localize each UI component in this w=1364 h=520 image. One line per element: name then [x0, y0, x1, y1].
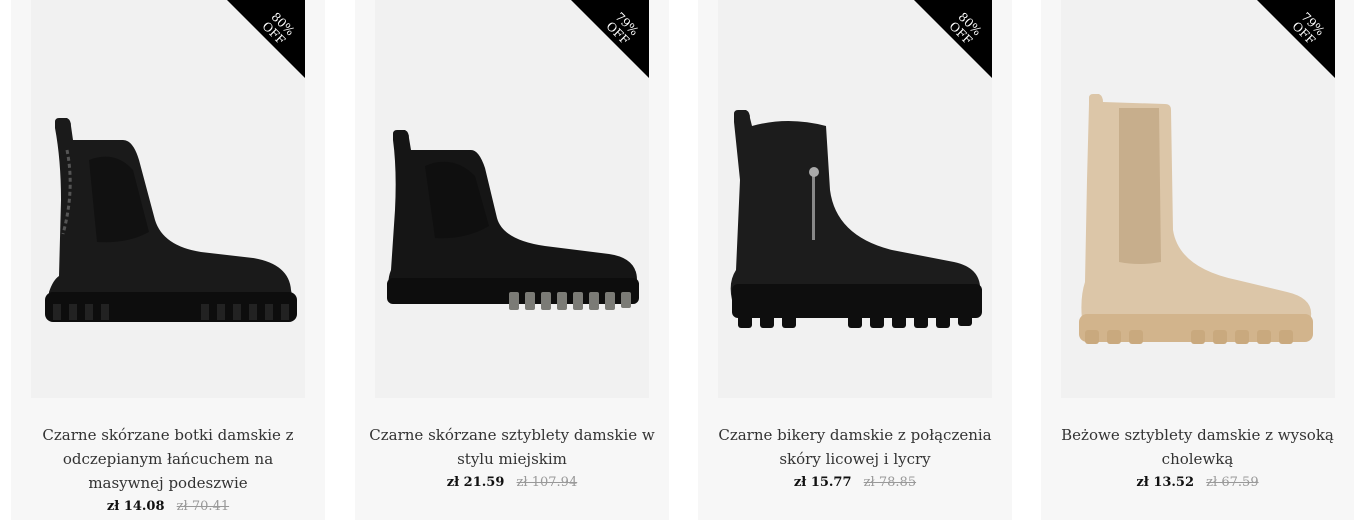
discount-badge: 80% OFF	[914, 0, 992, 78]
product-image[interactable]: 80% OFF	[718, 0, 992, 398]
price-row: zł 21.59 zł 107.94	[355, 474, 669, 492]
discount-badge: 79% OFF	[571, 0, 649, 78]
discount-badge: 80% OFF	[227, 0, 305, 78]
product-grid: 80% OFF Czarne skórzane botki damskie z o…	[0, 0, 1364, 520]
product-card[interactable]: 80% OFF Czarne bikery damskie z połączeni…	[698, 0, 1012, 520]
product-title[interactable]: Czarne skórzane sztyblety damskie w styl…	[367, 423, 657, 471]
discount-badge: 79% OFF	[1257, 0, 1335, 78]
price-row: zł 15.77 zł 78.85	[698, 474, 1012, 492]
product-title[interactable]: Czarne skórzane botki damskie z odczepia…	[23, 423, 313, 495]
product-title[interactable]: Beżowe sztyblety damskie z wysoką cholew…	[1053, 423, 1342, 471]
sale-price: zł 13.52	[1136, 475, 1195, 490]
sale-price: zł 15.77	[793, 475, 852, 490]
price-row: zł 13.52 zł 67.59	[1041, 474, 1354, 492]
sale-price: zł 14.08	[106, 499, 165, 514]
sale-price: zł 21.59	[446, 475, 505, 490]
product-card[interactable]: 80% OFF Czarne skórzane botki damskie z o…	[11, 0, 325, 520]
product-image[interactable]: 80% OFF	[31, 0, 305, 398]
original-price: zł 78.85	[863, 475, 917, 490]
product-title[interactable]: Czarne bikery damskie z połączenia skóry…	[710, 423, 1000, 471]
original-price: zł 107.94	[516, 475, 578, 490]
product-card[interactable]: 79% OFF Beżowe sztyblety damskie z wysoką…	[1041, 0, 1354, 520]
original-price: zł 67.59	[1206, 475, 1259, 490]
product-card[interactable]: 79% OFF Czarne skórzane sztyblety damskie…	[355, 0, 669, 520]
price-row: zł 14.08 zł 70.41	[11, 498, 325, 516]
original-price: zł 70.41	[176, 499, 230, 514]
product-image[interactable]: 79% OFF	[1061, 0, 1335, 398]
product-image[interactable]: 79% OFF	[375, 0, 649, 398]
